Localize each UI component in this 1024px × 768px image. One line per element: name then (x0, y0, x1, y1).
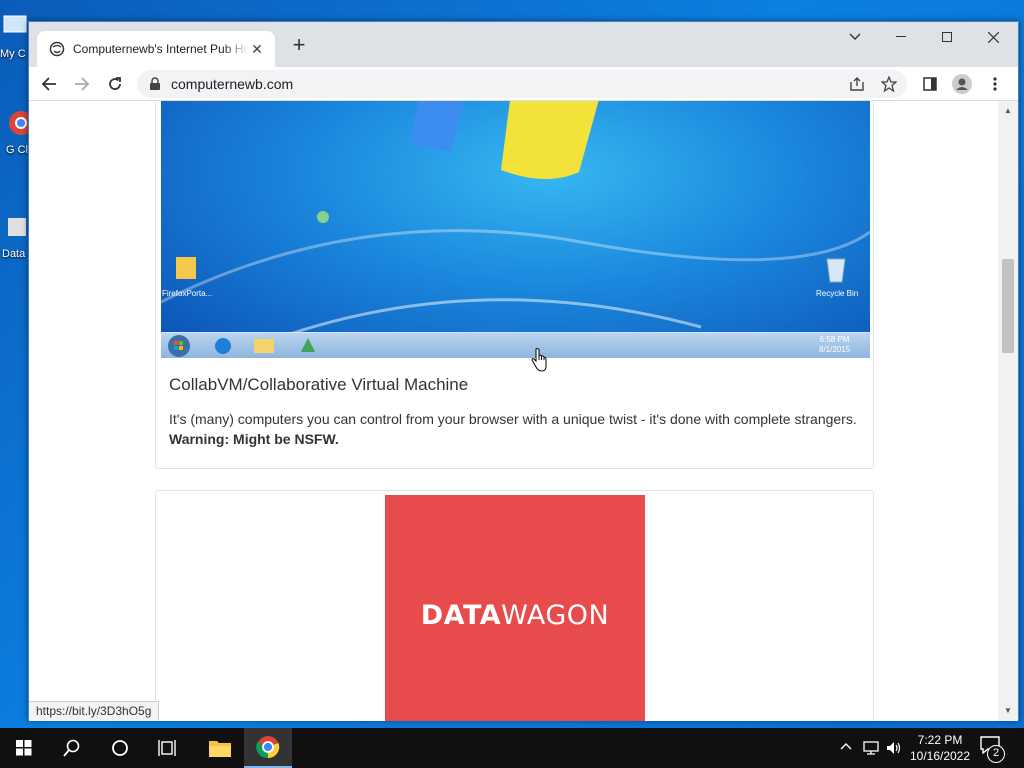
card-title: CollabVM/Collaborative Virtual Machine (169, 375, 469, 394)
windows-logo-icon (16, 740, 32, 756)
cortana-button[interactable] (96, 728, 144, 768)
close-tab-icon[interactable]: ✕ (249, 41, 265, 57)
minimize-button[interactable] (878, 22, 924, 52)
description-text: It's (many) computers you can control fr… (169, 411, 857, 427)
cortana-circle-icon (112, 740, 128, 756)
side-panel-button[interactable] (916, 70, 944, 98)
close-window-button[interactable] (970, 22, 1016, 52)
chevron-up-icon[interactable] (840, 742, 852, 750)
card-description: It's (many) computers you can control fr… (169, 409, 869, 449)
arrow-right-icon (75, 77, 90, 91)
kebab-menu-icon (993, 77, 997, 91)
vertical-scrollbar[interactable]: ▲ ▼ (998, 101, 1018, 721)
content-card-datawagon: DATAWAGON (155, 490, 874, 721)
link-status-bubble: https://bit.ly/3D3hO5g (29, 701, 160, 721)
app-icon (301, 338, 315, 352)
logo-text: DATAWAGON (421, 600, 610, 631)
maximize-icon (942, 32, 952, 42)
firefox-portable-icon (176, 257, 196, 279)
ie-icon (215, 338, 231, 354)
nsfw-warning: Warning: Might be NSFW. (169, 431, 339, 447)
screenshot-icon-label: FirefoxPorta... (162, 289, 213, 298)
taskbar-clock[interactable]: 7:22 PM 10/16/2022 (906, 732, 974, 764)
content-card-collabvm: FirefoxPorta... Recycle Bin 6:58 PM 8/1/… (155, 101, 874, 469)
url-text: computernewb.com (171, 76, 294, 92)
windows7-start-icon (168, 335, 190, 357)
address-bar[interactable]: computernewb.com (137, 70, 907, 98)
volume-icon[interactable] (886, 740, 902, 756)
desktop-icon-label: Data (2, 248, 26, 260)
computer-icon (3, 15, 27, 33)
star-icon[interactable] (881, 76, 897, 92)
task-view-button[interactable] (144, 728, 192, 768)
title-bar: Computernewb's Internet Pub Hub ✕ + (29, 22, 1018, 67)
browser-window: Computernewb's Internet Pub Hub ✕ + comp… (28, 21, 1019, 721)
datawagon-logo[interactable]: DATAWAGON (385, 495, 645, 721)
logo-text-light: WAGON (501, 599, 610, 631)
chrome-taskbar-button[interactable] (244, 728, 292, 768)
folder-icon (254, 339, 274, 353)
profile-button[interactable] (948, 70, 976, 98)
screenshot-icon-label: Recycle Bin (816, 289, 859, 298)
browser-toolbar: computernewb.com (29, 67, 1018, 101)
reload-button[interactable] (101, 70, 129, 98)
logo-text-bold: DATA (420, 599, 502, 631)
tab-title: Computernewb's Internet Pub Hub (73, 42, 249, 56)
share-icon[interactable] (849, 76, 865, 92)
start-button[interactable] (0, 728, 48, 768)
task-view-icon (158, 740, 176, 756)
browser-tab[interactable]: Computernewb's Internet Pub Hub ✕ (37, 31, 275, 67)
folder-icon (209, 741, 231, 757)
desktop-icon-label: G Cl (6, 144, 28, 156)
forward-button[interactable] (68, 70, 96, 98)
maximize-button[interactable] (924, 22, 970, 52)
tab-search-button[interactable] (832, 22, 878, 52)
desktop-icon-label: My C (0, 48, 26, 60)
page-viewport: FirefoxPorta... Recycle Bin 6:58 PM 8/1/… (29, 101, 1000, 721)
mouse-pointer-hand-icon (531, 348, 547, 372)
close-icon (987, 31, 999, 43)
avatar-icon (952, 74, 972, 94)
lock-icon (150, 77, 160, 90)
scroll-down-arrow-icon[interactable]: ▼ (1003, 706, 1013, 716)
windows7-taskbar: 6:58 PM 8/1/2015 (161, 332, 870, 358)
menu-button[interactable] (981, 70, 1009, 98)
collabvm-screenshot[interactable]: FirefoxPorta... Recycle Bin 6:58 PM 8/1/… (161, 101, 870, 358)
reload-icon (109, 77, 121, 90)
search-icon (63, 739, 80, 757)
site-favicon-icon (49, 41, 65, 57)
scrollbar-thumb[interactable] (1002, 259, 1014, 353)
network-icon[interactable] (863, 740, 879, 756)
screenshot-clock-date: 8/1/2015 (819, 345, 851, 354)
scroll-up-arrow-icon[interactable]: ▲ (1003, 106, 1013, 116)
new-tab-button[interactable]: + (287, 34, 311, 58)
clock-time: 7:22 PM (917, 733, 963, 747)
arrow-left-icon (41, 77, 56, 91)
minimize-icon (896, 36, 906, 37)
recycle-bin-icon (826, 258, 846, 283)
screenshot-clock-time: 6:58 PM (819, 335, 850, 344)
screenshot-clock: 6:58 PM 8/1/2015 (819, 335, 850, 355)
search-button[interactable] (48, 728, 96, 768)
chrome-icon (256, 736, 280, 759)
chevron-down-icon (849, 33, 861, 40)
clock-date: 10/16/2022 (909, 749, 971, 763)
side-panel-icon (923, 77, 937, 91)
windows-taskbar: 7:22 PM 10/16/2022 2 (0, 728, 1024, 768)
notification-count-badge: 2 (987, 745, 1005, 763)
windows7-desktop-image (161, 101, 870, 354)
back-button[interactable] (35, 70, 63, 98)
file-explorer-button[interactable] (196, 728, 244, 768)
